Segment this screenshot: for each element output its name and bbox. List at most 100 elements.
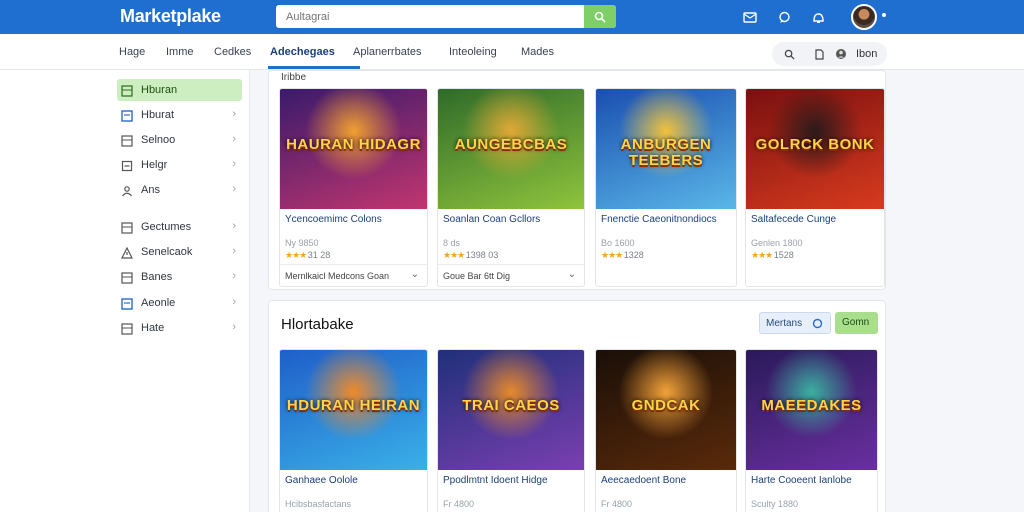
window-icon	[121, 297, 133, 310]
game-meta: Sculty 1880	[751, 499, 799, 509]
chevron-right-icon: ›	[232, 220, 236, 232]
card-footer[interactable]: Goue Bar 6tt Dig ⌄	[438, 264, 584, 286]
box-icon	[121, 159, 133, 172]
section-title: Hlortabake	[281, 316, 354, 333]
tab-hage[interactable]: Hage	[119, 46, 145, 58]
game-image-title: MAEEDAKES	[761, 397, 862, 414]
tab-mades[interactable]: Mades	[521, 46, 554, 58]
filter-button[interactable]: Mertans	[759, 312, 831, 334]
sidebar-item[interactable]: Helgr ›	[117, 154, 242, 176]
sidebar-item[interactable]: Hburan	[117, 79, 242, 101]
game-title[interactable]: Soanlan Coan Gcllors	[443, 214, 581, 225]
circle-icon	[812, 318, 823, 329]
game-title[interactable]: Ganhaee Oolole	[285, 475, 424, 486]
search-button[interactable]	[584, 5, 616, 28]
warning-icon	[121, 246, 133, 259]
chevron-down-icon[interactable]: ⌄	[411, 269, 419, 280]
sidebar-item-label: Senelcaok	[141, 246, 193, 258]
sidebar-item[interactable]: Senelcaok ›	[117, 241, 242, 263]
avatar[interactable]	[851, 4, 877, 30]
card-footer[interactable]: Mernlkaicl Medcons Goan ⌄	[280, 264, 427, 286]
grid-icon	[121, 84, 133, 97]
game-thumbnail[interactable]: AUNGEBCBAS	[438, 89, 584, 209]
game-rating: ★★★ 31 28	[285, 250, 330, 261]
rating-value: 31 28	[307, 250, 331, 260]
search-input[interactable]	[276, 5, 584, 28]
sidebar-item[interactable]: Hburat ›	[117, 104, 242, 126]
tab-aplanerrbates[interactable]: Aplanerrbates	[353, 46, 422, 58]
game-thumbnail[interactable]: ANBURGEN TEEBERS	[596, 89, 736, 209]
sidebar-item-label: Gectumes	[141, 221, 192, 233]
tab-cedkes[interactable]: Cedkes	[214, 46, 251, 58]
game-image-title: GOLRCK BONK	[755, 136, 875, 153]
game-title[interactable]: Ppodlmtnt Idoent Hidge	[443, 475, 581, 486]
chevron-right-icon: ›	[232, 158, 236, 170]
game-meta: 8 ds	[443, 238, 461, 248]
game-thumbnail[interactable]: GOLRCK BONK	[746, 89, 884, 209]
game-title[interactable]: Fnenctie Caeonitnondiocs	[601, 214, 733, 225]
grid-icon	[121, 221, 133, 234]
star-icon: ★★★	[751, 250, 774, 260]
section-label: Iribbe	[281, 72, 307, 83]
game-image-title: TRAI CAEOS	[462, 397, 560, 414]
grid-icon	[121, 271, 133, 284]
game-thumbnail[interactable]: MAEEDAKES	[746, 350, 877, 470]
chevron-right-icon: ›	[232, 183, 236, 195]
chevron-right-icon: ›	[232, 296, 236, 308]
mail-icon[interactable]	[742, 9, 758, 25]
tab-adechegaes[interactable]: Adechegaes	[270, 46, 335, 58]
document-icon[interactable]	[812, 47, 826, 61]
game-card[interactable]: HAURAN HIDAGR Ycencoemimc Colons Ny 9850 ★★…	[279, 88, 428, 287]
chevron-right-icon: ›	[232, 133, 236, 145]
game-card[interactable]: GNDCAKAeecaedoent BoneFr 4800★★★ 1439	[595, 349, 737, 512]
game-card[interactable]: HDURAN HEIRAN Ganhaee Oolole Hcibsbasfacta…	[279, 349, 428, 512]
game-image-title: HDURAN HEIRAN	[286, 397, 421, 414]
game-image-title: HAURAN HIDAGR	[286, 136, 421, 153]
search-icon[interactable]	[782, 47, 796, 61]
game-thumbnail[interactable]: TRAI CAEOS	[438, 350, 584, 470]
go-button[interactable]: Gomn	[835, 312, 878, 334]
game-card[interactable]: TRAI CAEOSPpodlmtnt Idoent HidgeFr 4800★…	[437, 349, 585, 512]
game-title[interactable]: Aeecaedoent Bone	[601, 475, 733, 486]
sidebar-item[interactable]: Gectumes ›	[117, 216, 242, 238]
game-thumbnail[interactable]: HAURAN HIDAGR	[280, 89, 427, 209]
sidebar-item-label: Hburat	[141, 109, 175, 121]
game-title[interactable]: Saltafecede Cunge	[751, 214, 881, 225]
go-button-label: Gomn	[842, 317, 870, 328]
star-icon: ★★★	[443, 250, 466, 260]
sidebar-item[interactable]: Hate ›	[117, 317, 242, 339]
star-icon: ★★★	[285, 250, 308, 260]
chevron-right-icon: ›	[232, 321, 236, 333]
sidebar-item[interactable]: Ans ›	[117, 179, 242, 201]
chevron-right-icon: ›	[232, 270, 236, 282]
game-card[interactable]: MAEEDAKES Harte Cooeent Ianlobe Sculty 188…	[745, 349, 878, 512]
game-card[interactable]: ANBURGEN TEEBERS Fnenctie Caeonitnondiocs…	[595, 88, 737, 287]
sidebar-item[interactable]: Aeonle ›	[117, 292, 242, 314]
game-title[interactable]: Harte Cooeent Ianlobe	[751, 475, 874, 486]
tab-imme[interactable]: Imme	[166, 46, 194, 58]
game-title[interactable]: Ycencoemimc Colons	[285, 214, 424, 225]
game-thumbnail[interactable]: GNDCAK	[596, 350, 736, 470]
game-thumbnail[interactable]: HDURAN HEIRAN	[280, 350, 427, 470]
tab-inteoleing[interactable]: Inteoleing	[449, 46, 497, 58]
chat-icon[interactable]	[776, 9, 792, 25]
game-rating: ★★★ 1528	[751, 250, 794, 261]
game-card[interactable]: GOLRCK BONK Saltafecede Cunge Genlen 1800 ★…	[745, 88, 885, 287]
card-footer-label: Mernlkaicl Medcons Goan	[285, 271, 390, 281]
rating-value: 1398 03	[465, 250, 499, 260]
rating-value: 1328	[623, 250, 644, 260]
app-logo[interactable]: Marketplake	[120, 6, 221, 27]
sidebar-item[interactable]: Selnoo ›	[117, 129, 242, 151]
active-tab-indicator	[268, 66, 360, 69]
pill-label[interactable]: Ibon	[856, 48, 877, 60]
notification-icon[interactable]	[810, 9, 826, 25]
user-circle-icon[interactable]	[834, 47, 848, 61]
game-card[interactable]: AUNGEBCBAS Soanlan Coan Gcllors 8 ds ★★★ 13…	[437, 88, 585, 287]
rating-value: 1528	[773, 250, 794, 260]
game-rating: ★★★ 1328	[601, 250, 644, 261]
game-meta: Ny 9850	[285, 238, 319, 248]
chevron-down-icon[interactable]	[882, 13, 886, 17]
sidebar-item-label: Hate	[141, 322, 165, 334]
chevron-down-icon[interactable]: ⌄	[568, 269, 576, 280]
sidebar-item[interactable]: Banes ›	[117, 266, 242, 288]
